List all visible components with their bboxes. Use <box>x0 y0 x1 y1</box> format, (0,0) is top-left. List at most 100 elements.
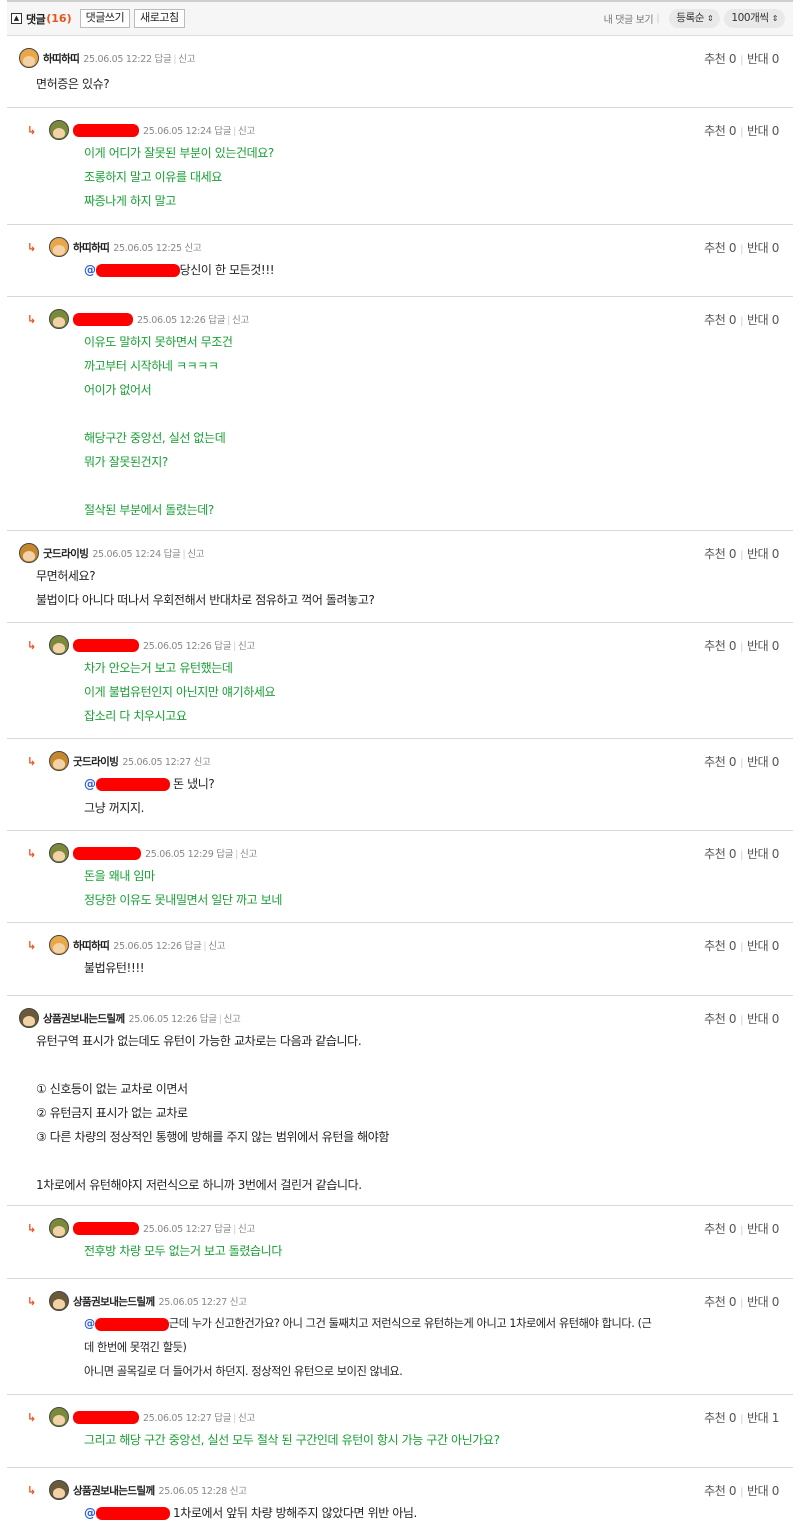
redacted-nickname <box>73 846 141 860</box>
report-link[interactable]: 신고 <box>178 54 195 65</box>
reply-link[interactable]: 답글 <box>185 941 202 952</box>
redacted-nickname <box>73 312 133 326</box>
comment-author[interactable]: 하띠하띠 <box>73 240 110 255</box>
recommend-button[interactable]: 추천 0 <box>704 639 736 653</box>
comment-reply: ↳ 25.06.05 12:24 답글 | 신고 추천 0 | 반대 0 이게 어디가 잘… <box>7 108 793 225</box>
report-link[interactable]: 신고 <box>230 1297 247 1308</box>
recommend-button[interactable]: 추천 0 <box>704 939 736 953</box>
recommend-button[interactable]: 추천 0 <box>704 313 736 327</box>
oppose-button[interactable]: 반대 0 <box>747 1012 779 1026</box>
comment: 하띠하띠 25.06.05 12:22 답글 | 신고 추천 0 | 반대 0 면허증은 … <box>7 36 793 108</box>
page-size-select-value: 100개씩 <box>731 12 769 24</box>
avatar[interactable] <box>49 635 69 655</box>
comment-body: @ 1차로에서 앞뒤 차량 방해주지 않았다면 위반 아님. <box>84 1506 417 1520</box>
recommend-button[interactable]: 추천 0 <box>704 1295 736 1309</box>
recommend-button[interactable]: 추천 0 <box>704 755 736 769</box>
collapse-icon[interactable]: ▲ <box>11 13 22 24</box>
comment-author[interactable]: 상품권보내는드릴께 <box>73 1483 155 1498</box>
oppose-button[interactable]: 반대 0 <box>747 1484 779 1498</box>
oppose-button[interactable]: 반대 1 <box>747 1411 779 1425</box>
reply-link[interactable]: 답글 <box>214 641 231 652</box>
report-link[interactable]: 신고 <box>224 1014 241 1025</box>
avatar[interactable] <box>49 751 69 771</box>
comment-time: 25.06.05 12:27 <box>143 1224 212 1235</box>
page-size-select[interactable]: 100개씩 ⇕ <box>724 9 785 28</box>
recommend-button[interactable]: 추천 0 <box>704 1012 736 1026</box>
reply-link[interactable]: 답글 <box>214 1224 231 1235</box>
comment-author[interactable]: 상품권보내는드릴께 <box>43 1011 125 1026</box>
report-link[interactable]: 신고 <box>208 941 225 952</box>
comment-author[interactable]: 굿드라이빙 <box>73 754 119 769</box>
comments-title: 댓글 <box>26 12 46 26</box>
reply-link[interactable]: 답글 <box>208 315 225 326</box>
mention[interactable]: @ <box>84 263 180 277</box>
recommend-button[interactable]: 추천 0 <box>704 52 736 66</box>
report-link[interactable]: 신고 <box>238 126 255 137</box>
avatar[interactable] <box>49 309 69 329</box>
oppose-button[interactable]: 반대 0 <box>747 313 779 327</box>
oppose-button[interactable]: 반대 0 <box>747 1222 779 1236</box>
reply-arrow-icon: ↳ <box>27 1483 37 1497</box>
oppose-button[interactable]: 반대 0 <box>747 241 779 255</box>
oppose-button[interactable]: 반대 0 <box>747 755 779 769</box>
report-link[interactable]: 신고 <box>238 1413 255 1424</box>
reply-arrow-icon: ↳ <box>27 754 37 768</box>
avatar[interactable] <box>49 843 69 863</box>
comment-reply: ↳ 상품권보내는드릴께 25.06.05 12:28 신고 추천 0 | 반대 0 @ … <box>7 1468 793 1540</box>
recommend-button[interactable]: 추천 0 <box>704 547 736 561</box>
reply-arrow-icon: ↳ <box>27 312 37 326</box>
report-link[interactable]: 신고 <box>187 549 204 560</box>
recommend-button[interactable]: 추천 0 <box>704 1484 736 1498</box>
oppose-button[interactable]: 반대 0 <box>747 847 779 861</box>
avatar[interactable] <box>49 237 69 257</box>
avatar[interactable] <box>19 543 39 563</box>
reply-link[interactable]: 답글 <box>200 1014 217 1025</box>
report-link[interactable]: 신고 <box>194 757 211 768</box>
recommend-button[interactable]: 추천 0 <box>704 847 736 861</box>
reply-link[interactable]: 답글 <box>164 549 181 560</box>
avatar[interactable] <box>49 1480 69 1500</box>
mention[interactable]: @ <box>84 1506 170 1520</box>
oppose-button[interactable]: 반대 0 <box>747 639 779 653</box>
comment-author[interactable]: 하띠하띠 <box>73 938 110 953</box>
avatar[interactable] <box>19 1008 39 1028</box>
comment-time: 25.06.05 12:26 <box>137 315 206 326</box>
comment-time: 25.06.05 12:27 <box>158 1297 228 1308</box>
comment-author[interactable]: 하띠하띠 <box>43 51 80 66</box>
report-link[interactable]: 신고 <box>232 315 249 326</box>
report-link[interactable]: 신고 <box>240 849 257 860</box>
avatar[interactable] <box>49 120 69 140</box>
reply-link[interactable]: 답글 <box>155 54 172 65</box>
oppose-button[interactable]: 반대 0 <box>747 1295 779 1309</box>
oppose-button[interactable]: 반대 0 <box>747 547 779 561</box>
refresh-button[interactable]: 새로고침 <box>134 9 185 28</box>
comments-panel: ▲ 댓글 (16) 댓글쓰기 새로고침 내 댓글 보기 | 등록순 ⇕ 100개씩… <box>7 0 793 1540</box>
oppose-button[interactable]: 반대 0 <box>747 124 779 138</box>
sort-select[interactable]: 등록순 ⇕ <box>669 9 721 28</box>
write-comment-button[interactable]: 댓글쓰기 <box>79 9 131 28</box>
report-link[interactable]: 신고 <box>238 641 255 652</box>
comment-author[interactable]: 상품권보내는드릴께 <box>73 1294 155 1309</box>
reply-link[interactable]: 답글 <box>214 1413 231 1424</box>
recommend-button[interactable]: 추천 0 <box>704 1222 736 1236</box>
mention[interactable]: @ <box>84 1317 169 1331</box>
avatar[interactable] <box>19 48 39 68</box>
reply-link[interactable]: 답글 <box>216 849 233 860</box>
report-link[interactable]: 신고 <box>238 1224 255 1235</box>
mention[interactable]: @ <box>84 777 170 791</box>
avatar[interactable] <box>49 1407 69 1427</box>
redacted-nickname <box>73 638 139 652</box>
oppose-button[interactable]: 반대 0 <box>747 939 779 953</box>
avatar[interactable] <box>49 1291 69 1311</box>
recommend-button[interactable]: 추천 0 <box>704 241 736 255</box>
my-comments-link[interactable]: 내 댓글 보기 <box>604 11 654 26</box>
recommend-button[interactable]: 추천 0 <box>704 1411 736 1425</box>
report-link[interactable]: 신고 <box>185 243 202 254</box>
avatar[interactable] <box>49 1218 69 1238</box>
comment-author[interactable]: 굿드라이빙 <box>43 546 89 561</box>
report-link[interactable]: 신고 <box>230 1486 247 1497</box>
recommend-button[interactable]: 추천 0 <box>704 124 736 138</box>
avatar[interactable] <box>49 935 69 955</box>
reply-link[interactable]: 답글 <box>214 126 231 137</box>
oppose-button[interactable]: 반대 0 <box>747 52 779 66</box>
